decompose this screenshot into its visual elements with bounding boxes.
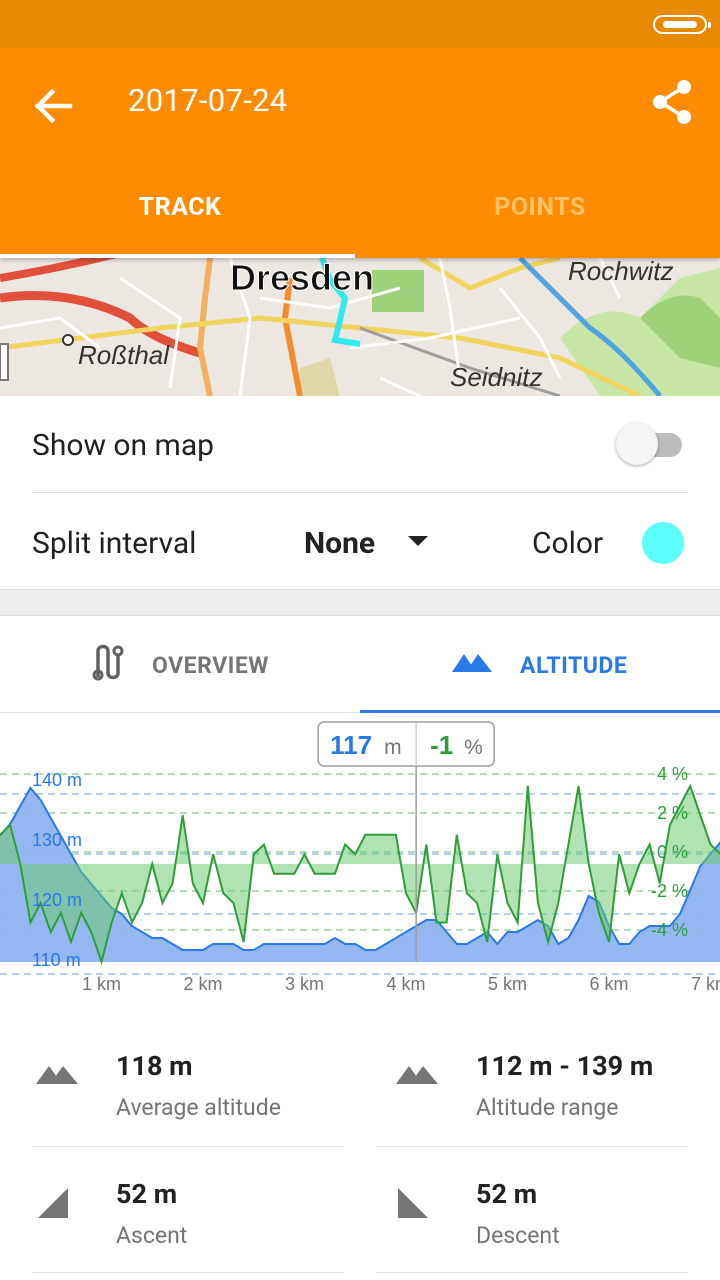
- back-arrow-icon[interactable]: [30, 86, 80, 126]
- y-tick-label-right: 4 %: [657, 764, 688, 784]
- tooltip-slope-value: -1: [430, 730, 453, 760]
- stat-value: 52 m: [476, 1178, 538, 1210]
- descent-icon: [396, 1186, 430, 1224]
- map-label-dresden: Dresden: [230, 258, 374, 298]
- stat-descent: 52 m Descent: [392, 1148, 704, 1274]
- tooltip-slope-unit: %: [464, 736, 483, 759]
- mountains-icon: [452, 650, 494, 680]
- show-on-map-label: Show on map: [32, 428, 215, 463]
- x-tick-label: 6 km: [589, 974, 628, 994]
- map-label-rossthal: Roßthal: [78, 340, 170, 370]
- stat-label: Average altitude: [116, 1094, 281, 1121]
- y-tick-label-right: 2 %: [657, 803, 688, 823]
- y-tick-label-left: 130 m: [32, 830, 82, 850]
- x-tick-label: 5 km: [488, 974, 527, 994]
- stat-label: Altitude range: [476, 1094, 619, 1121]
- map-preview[interactable]: Dresden Rochwitz Roßthal Seidnitz: [0, 258, 720, 396]
- split-interval-dropdown[interactable]: None: [304, 526, 375, 561]
- tab-overview[interactable]: OVERVIEW: [90, 617, 269, 713]
- show-on-map-toggle-knob[interactable]: [616, 423, 658, 465]
- section-gap: [0, 590, 720, 616]
- tooltip-altitude-value: 117: [330, 730, 372, 760]
- stat-label: Descent: [476, 1222, 560, 1249]
- stat-value: 118 m: [116, 1050, 193, 1082]
- tab-altitude[interactable]: ALTITUDE: [452, 617, 627, 713]
- share-icon[interactable]: [650, 78, 698, 126]
- page-title: 2017-07-24: [128, 82, 288, 119]
- analysis-tabs: OVERVIEW ALTITUDE: [0, 617, 720, 713]
- altitude-chart-svg[interactable]: 140 m 130 m 120 m 110 m 4 % 2 % 0 % -2 % -4 % 1 k…: [0, 714, 720, 1014]
- stat-average-altitude: 118 m Average altitude: [32, 1020, 344, 1146]
- x-tick-label: 3 km: [285, 974, 324, 994]
- tab-track[interactable]: TRACK: [0, 193, 360, 222]
- tab-indicator: [360, 710, 720, 713]
- ascent-icon: [36, 1186, 70, 1224]
- track-settings-card: Show on map Split interval None Color: [0, 396, 720, 590]
- tab-altitude-label: ALTITUDE: [520, 651, 628, 679]
- battery-icon: [653, 15, 711, 34]
- tooltip-altitude-unit: m: [384, 736, 402, 759]
- x-tick-label: 7 km: [691, 974, 720, 994]
- stat-value: 52 m: [116, 1178, 178, 1210]
- divider: [32, 1146, 344, 1147]
- split-interval-label: Split interval: [32, 526, 197, 561]
- divider: [376, 1146, 688, 1147]
- track-color-swatch[interactable]: [642, 522, 684, 564]
- tab-indicator: [0, 254, 355, 258]
- altitude-stats: 118 m Average altitude 112 m - 139 m Alt…: [0, 1020, 720, 1280]
- map-label-rochwitz: Rochwitz: [568, 258, 673, 286]
- divider: [32, 492, 688, 493]
- app-bar: 2017-07-24 TRACK POINTS: [0, 48, 720, 258]
- y-tick-label-left: 120 m: [32, 890, 82, 910]
- divider: [376, 1272, 688, 1273]
- status-bar: [0, 0, 720, 48]
- map-label-seidnitz: Seidnitz: [450, 362, 543, 392]
- dropdown-arrow-icon[interactable]: [408, 536, 428, 546]
- y-tick-label-left: 140 m: [32, 770, 82, 790]
- stat-label: Ascent: [116, 1222, 188, 1249]
- route-icon: [90, 643, 126, 687]
- x-tick-label: 4 km: [386, 974, 425, 994]
- stat-value: 112 m - 139 m: [476, 1050, 654, 1082]
- mountains-icon: [36, 1062, 80, 1090]
- y-tick-label-right: 0 %: [657, 842, 688, 862]
- x-tick-label: 2 km: [183, 974, 222, 994]
- mountains-icon: [396, 1062, 440, 1090]
- color-label: Color: [532, 526, 604, 561]
- stat-ascent: 52 m Ascent: [32, 1148, 344, 1274]
- y-tick-label-right: -4 %: [651, 920, 688, 940]
- x-tick-label: 1 km: [82, 974, 121, 994]
- altitude-chart[interactable]: 140 m 130 m 120 m 110 m 4 % 2 % 0 % -2 % -4 % 1 k…: [0, 714, 720, 1014]
- divider: [32, 1272, 344, 1273]
- stat-altitude-range: 112 m - 139 m Altitude range: [392, 1020, 704, 1146]
- tab-points[interactable]: POINTS: [360, 193, 720, 222]
- y-tick-label-left: 110 m: [32, 950, 81, 970]
- y-tick-label-right: -2 %: [651, 881, 688, 901]
- tab-overview-label: OVERVIEW: [152, 651, 269, 679]
